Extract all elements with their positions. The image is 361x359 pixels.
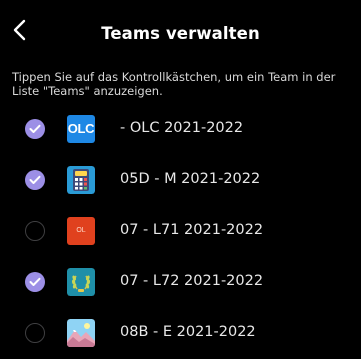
instructions-text: Tippen Sie auf das Kontrollkästchen, um … <box>12 70 361 98</box>
checkmark-icon <box>29 124 41 133</box>
team-row[interactable]: OLC - OLC 2021-2022 <box>0 104 361 155</box>
team-name: 05D - M 2021-2022 <box>120 171 261 187</box>
checkmark-icon <box>29 175 41 184</box>
olc-logo-icon: OLC <box>67 115 95 143</box>
team-row[interactable]: 05D - M 2021-2022 <box>0 155 361 206</box>
instructions-line-2: Liste "Teams" anzuzeigen. <box>12 84 163 98</box>
team-name: 08B - E 2021-2022 <box>120 324 256 340</box>
team-row[interactable]: 07 - L72 2021-2022 <box>0 257 361 308</box>
team-row[interactable]: OL 07 - L71 2021-2022 <box>0 206 361 257</box>
team-checkbox[interactable] <box>25 272 45 292</box>
checkmark-icon <box>29 277 41 286</box>
laurel-wreath-icon <box>67 268 95 296</box>
landscape-icon <box>67 319 95 347</box>
page-title: Teams verwalten <box>101 24 260 43</box>
instructions-line-1: Tippen Sie auf das Kontrollkästchen, um … <box>12 70 336 84</box>
calculator-icon <box>67 166 95 194</box>
team-list: OLC - OLC 2021-2022 05D - M 2021-2022 OL… <box>0 104 361 359</box>
ol-logo-icon: OL <box>67 217 95 245</box>
team-checkbox[interactable] <box>25 170 45 190</box>
header: Teams verwalten <box>0 0 361 56</box>
team-name: - OLC 2021-2022 <box>120 120 244 136</box>
team-row[interactable]: 08B - E 2021-2022 <box>0 308 361 359</box>
team-checkbox[interactable] <box>25 221 45 241</box>
team-checkbox[interactable] <box>25 323 45 343</box>
team-name: 07 - L72 2021-2022 <box>120 273 264 289</box>
team-name: 07 - L71 2021-2022 <box>120 222 264 238</box>
team-checkbox[interactable] <box>25 119 45 139</box>
